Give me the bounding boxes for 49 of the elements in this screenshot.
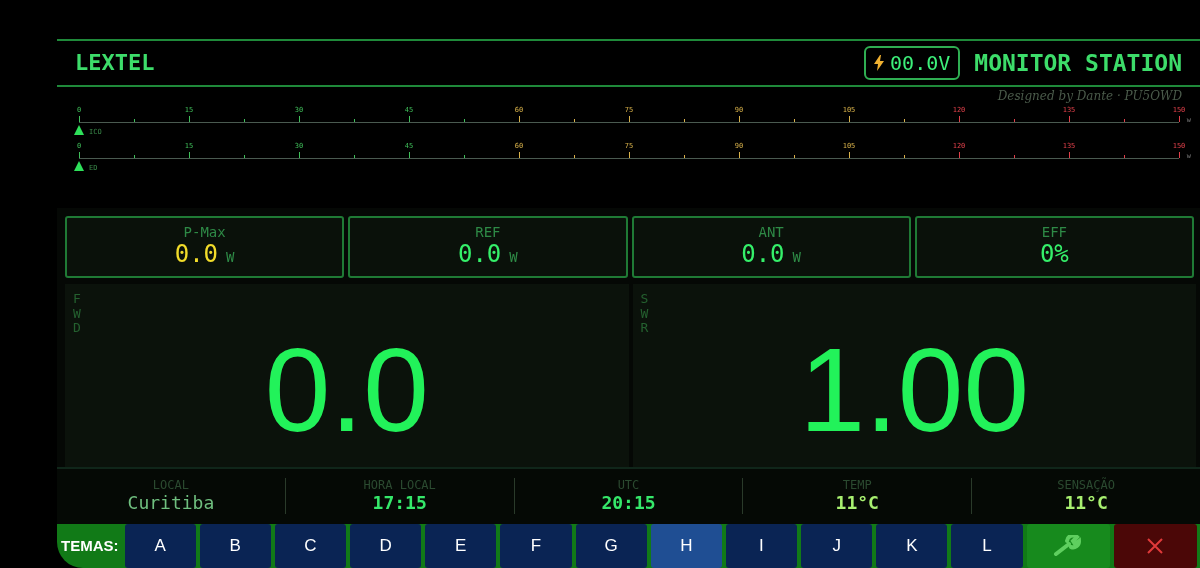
lightning-icon <box>874 54 885 71</box>
info-label: SENSAÇÃO <box>1056 478 1116 493</box>
info-value: Curitiba <box>126 492 216 515</box>
themes-label: TEMAS: <box>61 535 119 556</box>
stat-value: 0% <box>1039 240 1069 269</box>
theme-button[interactable]: B <box>199 524 271 568</box>
wrench-icon <box>1053 535 1084 557</box>
unit-label: W <box>226 249 235 266</box>
info-label: HORA LOCAL <box>362 478 437 493</box>
info-value: 11°C <box>834 492 880 515</box>
pointer-icon <box>74 124 84 135</box>
unit-label: W <box>792 249 801 266</box>
theme-button[interactable]: H <box>650 524 722 568</box>
settings-button[interactable] <box>1026 524 1110 568</box>
theme-button[interactable]: I <box>725 524 798 568</box>
unit-label: W <box>509 249 518 266</box>
stat-label: P-Max <box>182 224 227 241</box>
info-value: 20:15 <box>600 492 657 515</box>
info-value: 11°C <box>1063 492 1109 515</box>
stat-value: 0.0 <box>174 240 219 269</box>
big-reading: 1.00 <box>799 330 1030 449</box>
app-title: MONITOR STATION <box>974 48 1182 78</box>
panel-label: FWD <box>73 292 82 336</box>
big-reading: 0.0 <box>264 330 429 449</box>
theme-button[interactable]: E <box>425 524 497 568</box>
pointer-icon <box>74 160 84 171</box>
info-label: TEMP <box>841 478 873 493</box>
theme-button[interactable]: K <box>876 524 948 568</box>
stat-label: EFF <box>1040 224 1068 241</box>
voltage-display: 00.0V <box>864 45 961 80</box>
stat-label: ANT <box>757 224 785 241</box>
stat-label: REF <box>474 224 502 241</box>
stat-value: 0.0 <box>457 240 502 269</box>
info-value: 17:15 <box>371 492 428 515</box>
theme-button[interactable]: C <box>274 524 346 568</box>
panel-label: SWR <box>640 292 650 336</box>
info-label: LOCAL <box>151 478 190 493</box>
brand-name: LEXTEL <box>75 49 155 78</box>
info-label: UTC <box>616 478 641 493</box>
theme-button[interactable]: F <box>500 524 572 568</box>
close-button[interactable] <box>1113 524 1197 568</box>
theme-button[interactable]: J <box>801 524 873 568</box>
credit-text: Designed by Dante · PU5OWD <box>997 88 1182 103</box>
theme-button[interactable]: D <box>350 524 422 568</box>
stat-value: 0.0 <box>741 240 785 269</box>
close-icon <box>1147 538 1164 554</box>
theme-button[interactable]: L <box>951 524 1023 568</box>
theme-button[interactable]: G <box>575 524 647 568</box>
theme-button[interactable]: A <box>124 524 196 568</box>
